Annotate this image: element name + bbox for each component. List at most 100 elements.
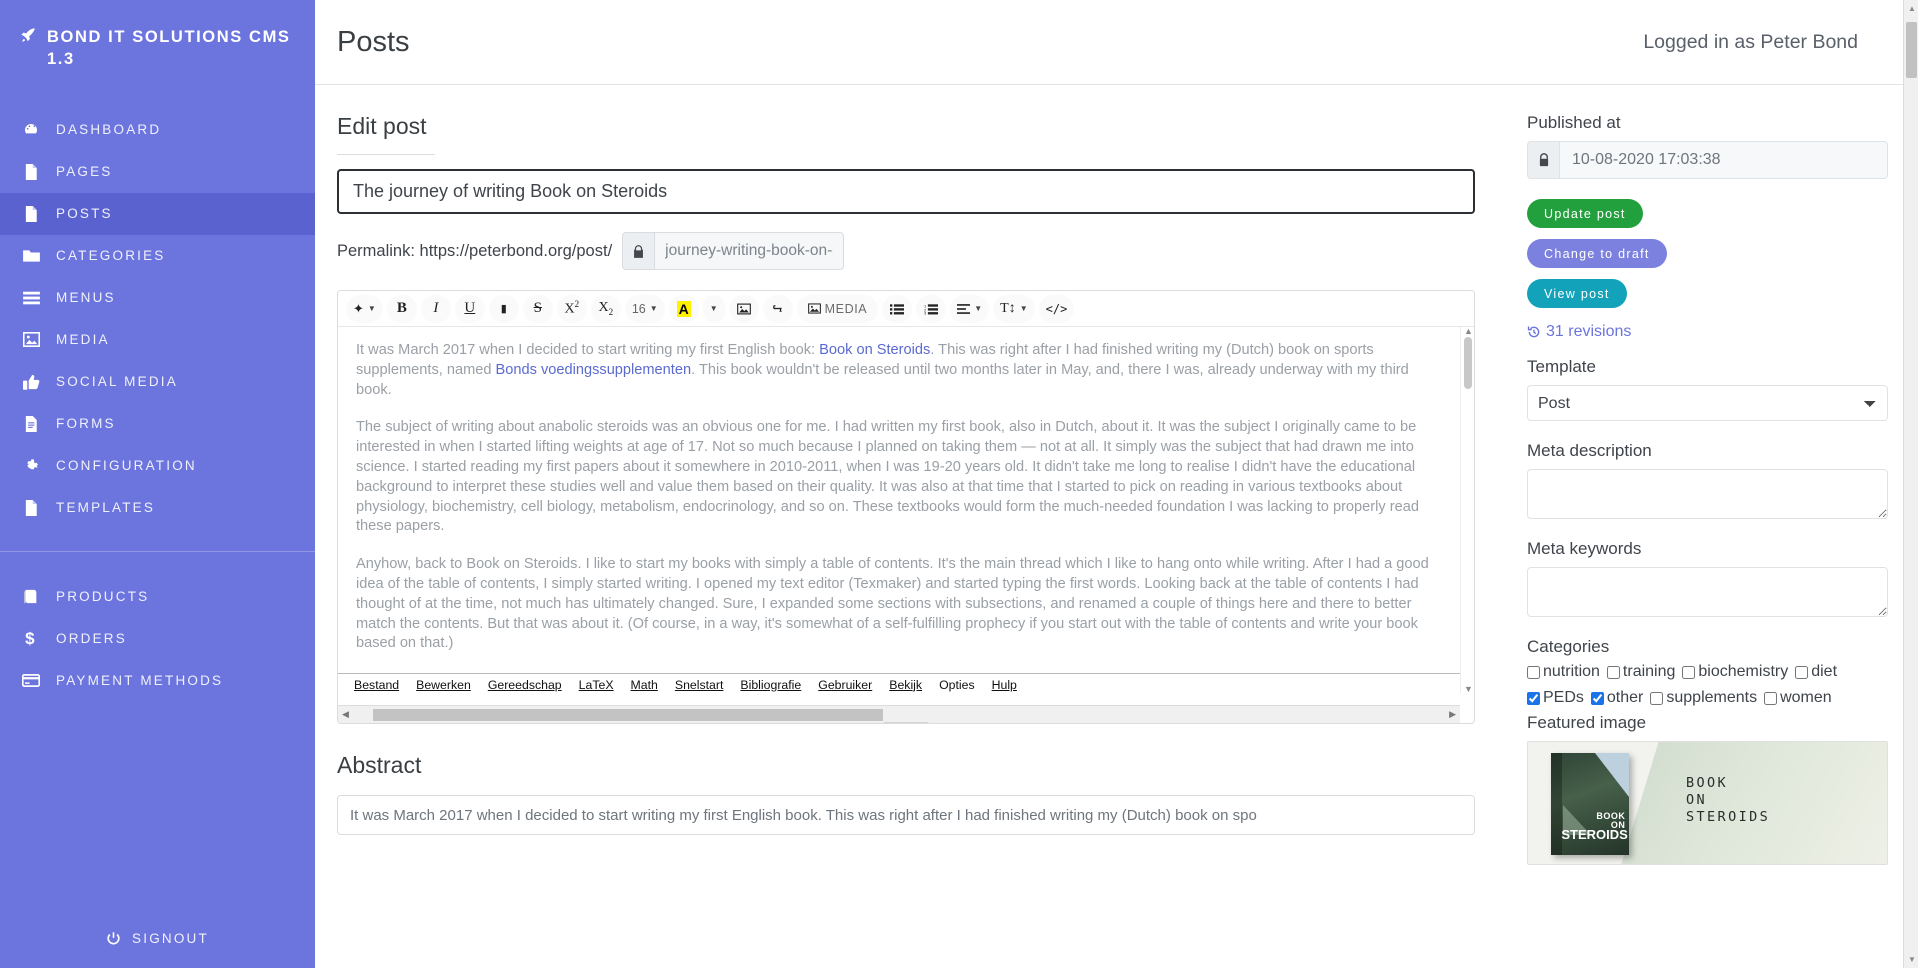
- media-button[interactable]: MEDIA: [796, 294, 879, 323]
- category-other[interactable]: other: [1590, 685, 1643, 711]
- ordered-list-icon[interactable]: 123: [916, 294, 947, 323]
- scroll-left-arrow[interactable]: ◀: [338, 709, 353, 720]
- page-scroll-thumb[interactable]: [1906, 22, 1917, 78]
- hscroll-track[interactable]: [365, 708, 1433, 721]
- menu-gebruiker[interactable]: Gebruiker: [818, 678, 872, 692]
- sidebar-item-posts[interactable]: Posts: [0, 192, 315, 235]
- revisions-link[interactable]: 31 revisions: [1527, 323, 1888, 341]
- line-height-dropdown[interactable]: T↕ ▼: [993, 294, 1035, 323]
- menu-snelstart[interactable]: Snelstart: [675, 678, 724, 692]
- text-color-button[interactable]: A: [668, 294, 699, 323]
- sidebar-item-payment-methods[interactable]: Payment methods: [0, 660, 315, 702]
- category-label: PEDs: [1543, 689, 1584, 706]
- text-color-dropdown[interactable]: ▼: [702, 294, 725, 323]
- page-scrollbar[interactable]: ▲ ▼: [1903, 0, 1918, 968]
- sidebar-item-products[interactable]: Products: [0, 576, 315, 618]
- underline-button[interactable]: U: [454, 294, 485, 323]
- page-scroll-up-arrow[interactable]: ▲: [1908, 4, 1916, 13]
- category-checkbox[interactable]: [1650, 691, 1664, 705]
- category-training[interactable]: training: [1606, 659, 1675, 685]
- meta-description-label: Meta description: [1527, 441, 1652, 460]
- editor-vertical-scrollbar[interactable]: ▲ ▼: [1460, 326, 1474, 694]
- signout-button[interactable]: Signout: [0, 931, 315, 946]
- power-icon: [106, 931, 121, 946]
- published-at-input[interactable]: [1559, 141, 1888, 179]
- category-checkbox[interactable]: [1682, 665, 1696, 679]
- sidebar-item-categories[interactable]: Categories: [0, 235, 315, 277]
- category-checkbox[interactable]: [1606, 665, 1620, 679]
- category-women[interactable]: women: [1764, 685, 1832, 711]
- font-size-select[interactable]: 16 ▼: [624, 294, 665, 323]
- meta-keywords-textarea[interactable]: [1527, 567, 1888, 617]
- meta-description-textarea[interactable]: [1527, 469, 1888, 519]
- eraser-icon[interactable]: ▮: [488, 294, 519, 323]
- slug-input[interactable]: [654, 232, 845, 270]
- editor-content[interactable]: It was March 2017 when I decided to star…: [338, 327, 1460, 667]
- gear-icon: [20, 458, 42, 474]
- unordered-list-icon[interactable]: [882, 294, 913, 323]
- featured-image-thumbnail[interactable]: BOOK ON STEROIDS BOOK ON STEROIDS: [1527, 741, 1888, 865]
- link-bonds-voedingssupplementen[interactable]: Bonds voedingssupplementen: [496, 362, 692, 378]
- category-checkbox[interactable]: [1795, 665, 1809, 679]
- editor-horizontal-scrollbar[interactable]: ◀ ▶: [338, 705, 1460, 723]
- category-checkbox[interactable]: [1590, 691, 1604, 705]
- sidebar-item-social-media[interactable]: Social Media: [0, 361, 315, 403]
- insert-link-icon[interactable]: [762, 294, 793, 323]
- sidebar-item-orders[interactable]: $ Orders: [0, 618, 315, 660]
- category-checkbox[interactable]: [1764, 691, 1778, 705]
- featured-image-graphic: BOOK ON STEROIDS BOOK ON STEROIDS: [1528, 742, 1887, 864]
- sidebar-item-forms[interactable]: Forms: [0, 403, 315, 445]
- italic-button[interactable]: I: [420, 294, 451, 323]
- superscript-button[interactable]: X2: [556, 294, 587, 323]
- sidebar-item-media[interactable]: Media: [0, 319, 315, 361]
- brand[interactable]: Bond IT Solutions CMS 1.3: [0, 0, 315, 81]
- category-nutrition[interactable]: nutrition: [1527, 659, 1600, 685]
- align-dropdown[interactable]: ▼: [950, 294, 990, 323]
- style-eraser-icon[interactable]: ✦ ▼: [346, 294, 383, 323]
- sidebar-item-label: Templates: [56, 500, 156, 516]
- category-biochemistry[interactable]: biochemistry: [1682, 659, 1788, 685]
- link-book-on-steroids[interactable]: Book on Steroids: [819, 342, 930, 358]
- sidebar-item-pages[interactable]: Pages: [0, 151, 315, 193]
- scroll-thumb[interactable]: [1464, 337, 1472, 389]
- sidebar-item-menus[interactable]: Menus: [0, 277, 315, 319]
- sidebar-item-dashboard[interactable]: Dashboard: [0, 109, 315, 151]
- menu-bestand[interactable]: Bestand: [354, 678, 399, 692]
- page-scroll-down-arrow[interactable]: ▼: [1908, 955, 1916, 964]
- template-select[interactable]: Post: [1527, 385, 1888, 421]
- abstract-input[interactable]: [337, 795, 1475, 835]
- menu-hulp[interactable]: Hulp: [992, 678, 1017, 692]
- menu-opties[interactable]: Opties: [939, 678, 975, 692]
- file-icon: [20, 499, 42, 516]
- sidebar-item-label: Posts: [56, 206, 113, 222]
- menu-gereedschap[interactable]: Gereedschap: [488, 678, 562, 692]
- category-supplements[interactable]: supplements: [1650, 685, 1757, 711]
- bold-button[interactable]: B: [386, 294, 417, 323]
- menu-math[interactable]: Math: [631, 678, 658, 692]
- change-to-draft-button[interactable]: Change to draft: [1527, 239, 1667, 268]
- menu-bewerken[interactable]: Bewerken: [416, 678, 471, 692]
- strikethrough-button[interactable]: S: [522, 294, 553, 323]
- source-code-button[interactable]: </>: [1038, 294, 1075, 323]
- sidebar-item-configuration[interactable]: Configuration: [0, 445, 315, 487]
- edit-post-heading: Edit post: [337, 113, 427, 139]
- category-peds[interactable]: PEDs: [1527, 685, 1584, 711]
- menu-bekijk[interactable]: Bekijk: [889, 678, 922, 692]
- hscroll-thumb[interactable]: [372, 708, 883, 721]
- menu-bibliografie[interactable]: Bibliografie: [740, 678, 801, 692]
- category-diet[interactable]: diet: [1795, 659, 1837, 685]
- thumbs-up-icon: [20, 374, 42, 390]
- category-checkbox[interactable]: [1527, 691, 1540, 705]
- scroll-right-arrow[interactable]: ▶: [1445, 709, 1460, 720]
- post-title-input[interactable]: [337, 169, 1475, 214]
- category-checkbox[interactable]: [1527, 665, 1540, 679]
- sidebar-item-templates[interactable]: Templates: [0, 487, 315, 529]
- insert-image-icon[interactable]: [728, 294, 759, 323]
- menu-latex[interactable]: LaTeX: [579, 678, 614, 692]
- update-post-button[interactable]: Update post: [1527, 199, 1643, 228]
- scroll-up-arrow[interactable]: ▲: [1464, 326, 1473, 336]
- subscript-button[interactable]: X2: [590, 294, 621, 323]
- view-post-button[interactable]: View post: [1527, 279, 1627, 308]
- scroll-down-arrow[interactable]: ▼: [1464, 684, 1473, 694]
- editor-resize-grip[interactable]: [883, 722, 929, 723]
